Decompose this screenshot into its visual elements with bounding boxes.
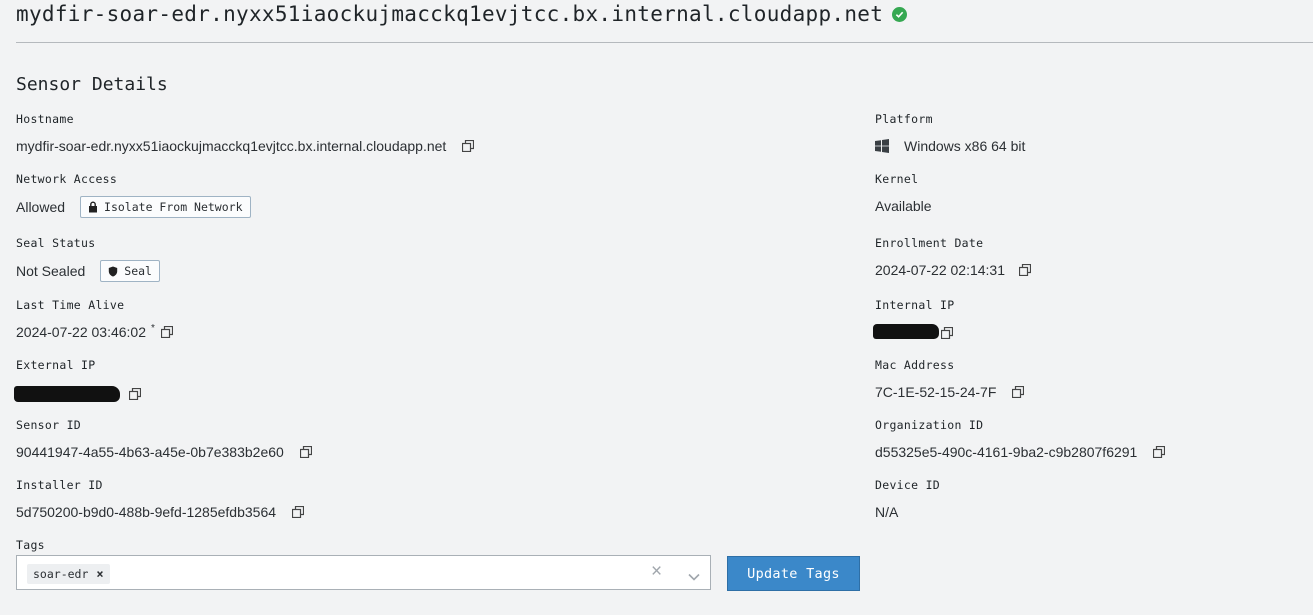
device-id-value: N/A	[875, 504, 899, 520]
clear-tags-icon[interactable]: ×	[651, 561, 662, 583]
sensor-id-row: 90441947-4a55-4b63-a45e-0b7e383b2e60	[16, 444, 312, 460]
hostname-row: mydfir-soar-edr.nyxx51iaockujmacckq1evjt…	[16, 138, 475, 154]
mac-address-value: 7C-1E-52-15-24-7F	[875, 384, 997, 400]
hostname-title: mydfir-soar-edr.nyxx51iaockujmacckq1evjt…	[16, 2, 884, 26]
copy-icon[interactable]	[292, 506, 305, 518]
copy-icon[interactable]	[1153, 446, 1166, 458]
copy-icon[interactable]	[299, 446, 312, 458]
kernel-value: Available	[875, 198, 932, 214]
tags-label: Tags	[16, 538, 45, 552]
chevron-down-icon[interactable]	[688, 568, 700, 586]
mac-address-row: 7C-1E-52-15-24-7F	[875, 384, 1025, 400]
copy-icon[interactable]	[160, 326, 173, 338]
update-tags-button[interactable]: Update Tags	[727, 556, 860, 591]
platform-row: Windows x86 64 bit	[875, 138, 1025, 154]
shield-icon	[109, 266, 118, 276]
last-time-alive-label: Last Time Alive	[16, 298, 125, 312]
platform-value: Windows x86 64 bit	[904, 138, 1026, 154]
sensor-id-label: Sensor ID	[16, 418, 82, 432]
network-access-value: Allowed	[16, 199, 66, 215]
isolate-from-network-button[interactable]: Isolate From Network	[80, 196, 251, 218]
seal-status-value: Not Sealed	[16, 263, 86, 279]
enrollment-date-value: 2024-07-22 02:14:31	[875, 262, 1005, 278]
installer-id-row: 5d750200-b9d0-488b-9efd-1285efdb3564	[16, 504, 305, 520]
internal-ip-label: Internal IP	[875, 298, 955, 312]
organization-id-label: Organization ID	[875, 418, 984, 432]
installer-id-label: Installer ID	[16, 478, 103, 492]
copy-icon[interactable]	[1019, 264, 1031, 276]
organization-id-value: d55325e5-490c-4161-9ba2-c9b2807f6291	[875, 444, 1138, 460]
mac-address-label: Mac Address	[875, 358, 955, 372]
organization-id-row: d55325e5-490c-4161-9ba2-c9b2807f6291	[875, 444, 1166, 460]
seal-button[interactable]: Seal	[100, 260, 160, 282]
tags-input[interactable]: soar-edr × ×	[16, 555, 711, 590]
installer-id-value: 5d750200-b9d0-488b-9efd-1285efdb3564	[16, 504, 277, 520]
tag-chip: soar-edr ×	[27, 564, 110, 584]
copy-icon[interactable]	[462, 140, 475, 152]
device-id-label: Device ID	[875, 478, 941, 492]
tag-chip-label: soar-edr	[33, 567, 89, 581]
lock-icon	[89, 201, 98, 213]
redacted-internal-ip	[873, 324, 939, 339]
last-time-alive-row: 2024-07-22 03:46:02 *	[16, 322, 173, 340]
seal-status-label: Seal Status	[16, 236, 96, 250]
enrollment-date-row: 2024-07-22 02:14:31	[875, 262, 1031, 278]
hostname-label: Hostname	[16, 112, 74, 126]
status-online-icon	[892, 6, 908, 22]
page-title: mydfir-soar-edr.nyxx51iaockujmacckq1evjt…	[16, 2, 908, 26]
enrollment-date-label: Enrollment Date	[875, 236, 984, 250]
network-access-label: Network Access	[16, 172, 118, 186]
remove-tag-icon[interactable]: ×	[96, 567, 103, 581]
sensor-id-value: 90441947-4a55-4b63-a45e-0b7e383b2e60	[16, 444, 284, 460]
isolate-button-label: Isolate From Network	[104, 200, 243, 214]
redacted-external-ip	[14, 386, 120, 402]
last-time-alive-marker: *	[151, 322, 155, 334]
section-title: Sensor Details	[16, 74, 168, 95]
kernel-label: Kernel	[875, 172, 919, 186]
copy-icon[interactable]	[1012, 386, 1025, 398]
last-time-alive-value: 2024-07-22 03:46:02	[16, 324, 146, 340]
hostname-value: mydfir-soar-edr.nyxx51iaockujmacckq1evjt…	[16, 138, 447, 154]
header-divider	[16, 42, 1313, 43]
copy-icon[interactable]	[129, 388, 141, 400]
seal-button-label: Seal	[124, 264, 152, 278]
network-access-row: Allowed Isolate From Network	[16, 196, 251, 218]
copy-icon[interactable]	[941, 327, 953, 339]
seal-status-row: Not Sealed Seal	[16, 260, 160, 282]
platform-label: Platform	[875, 112, 933, 126]
windows-icon	[875, 139, 889, 153]
external-ip-label: External IP	[16, 358, 96, 372]
